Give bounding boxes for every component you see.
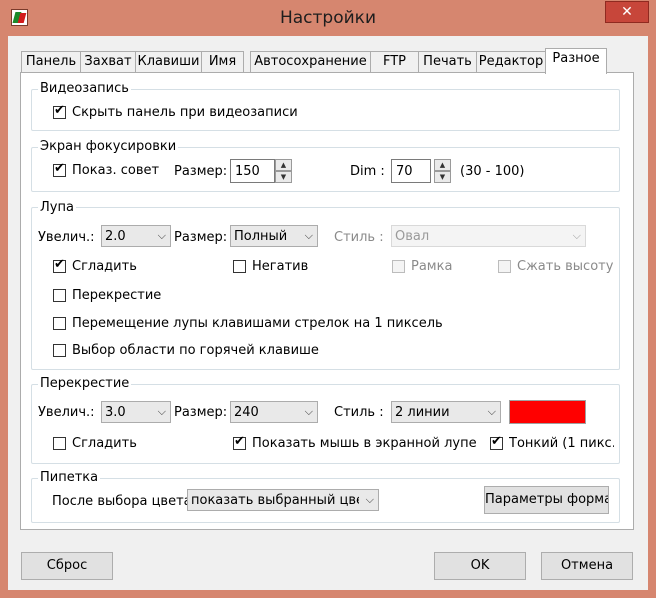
chevron-down-icon: ⌵ [365, 493, 374, 506]
stepper-down-icon[interactable]: ▼ [275, 171, 292, 183]
video-group-title: Видеозапись [38, 81, 131, 96]
arrow-move-checkbox[interactable] [53, 317, 66, 330]
dim-range-label: (30 - 100) [460, 164, 525, 179]
cross-smooth-label: Сгладить [72, 436, 137, 451]
cancel-button[interactable]: Отмена [541, 552, 633, 580]
dim-field[interactable]: 70 [391, 159, 431, 183]
crosshair-group [31, 384, 620, 464]
crosshair-color-swatch[interactable] [509, 400, 586, 424]
format-params-button[interactable]: Параметры формата [484, 486, 609, 514]
hotkey-select-checkbox[interactable] [53, 344, 66, 357]
stepper-up-icon[interactable]: ▲ [434, 159, 451, 171]
stepper-down-icon[interactable]: ▼ [434, 171, 451, 183]
show-tip-checkbox[interactable] [53, 162, 66, 177]
after-pick-select[interactable]: показать выбранный цвет ⌵ [187, 489, 379, 511]
cross-size-label: Размер: [174, 405, 228, 420]
chevron-down-icon: ⌵ [487, 405, 496, 418]
chevron-down-icon: ⌵ [572, 229, 581, 242]
stepper-up-icon[interactable]: ▲ [275, 159, 292, 171]
tab-name[interactable]: Имя [201, 51, 244, 73]
compress-height-label: Сжать высоту [517, 259, 614, 274]
compress-height-checkbox[interactable] [498, 260, 511, 273]
close-button[interactable]: ✕ [605, 1, 649, 23]
negative-label: Негатив [252, 259, 309, 274]
magnifier-group-title: Лупа [38, 200, 76, 215]
tab-panel[interactable]: Панель [21, 51, 81, 73]
tab-editor[interactable]: Редактор [476, 51, 546, 73]
hide-panel-label: Скрыть панель при видеозаписи [72, 105, 298, 120]
settings-window: Настройки ✕ Панель Захват Клавиши Имя Ав… [0, 0, 656, 598]
focus-size-field[interactable]: 150 [230, 159, 275, 183]
after-pick-label: После выбора цвета: [52, 494, 196, 509]
window-title: Настройки [279, 8, 376, 28]
focus-size-stepper[interactable]: ▲ ▼ [275, 159, 292, 183]
cross-smooth-checkbox[interactable] [53, 437, 66, 450]
chevron-down-icon: ⌵ [304, 405, 313, 418]
cross-zoom-label: Увелич.: [38, 405, 95, 420]
thin-label: Тонкий (1 пикс.) [509, 436, 614, 451]
show-tip-label: Показ. совет [72, 163, 160, 178]
pipette-group-title: Пипетка [38, 470, 101, 485]
tab-capture[interactable]: Захват [80, 51, 136, 73]
frame-label: Рамка [411, 259, 453, 274]
arrow-move-label: Перемещение лупы клавишами стрелок на 1 … [72, 316, 443, 331]
tab-misc[interactable]: Разное [545, 48, 607, 74]
cross-style-select[interactable]: 2 линии ⌵ [391, 401, 501, 423]
chevron-down-icon: ⌵ [157, 405, 166, 418]
mag-crosshair-label: Перекрестие [72, 288, 162, 303]
show-mouse-checkbox[interactable] [233, 435, 246, 450]
tab-print[interactable]: Печать [418, 51, 477, 73]
reset-button[interactable]: Сброс [21, 552, 113, 580]
focus-group-title: Экран фокусировки [38, 139, 179, 154]
hotkey-select-label: Выбор области по горячей клавише [72, 343, 319, 358]
thin-checkbox[interactable] [490, 435, 503, 450]
focus-size-label: Размер: [174, 164, 228, 179]
crosshair-group-title: Перекрестие [38, 376, 132, 391]
title-bar: Настройки ✕ [0, 0, 656, 36]
mag-zoom-label: Увелич.: [38, 230, 95, 245]
tab-autosave[interactable]: Автосохранение [250, 51, 371, 73]
mag-style-select[interactable]: Овал ⌵ [391, 225, 586, 247]
show-mouse-label: Показать мышь в экранной лупе [252, 436, 477, 451]
hide-panel-checkbox[interactable] [53, 104, 66, 119]
cross-style-label: Стиль : [334, 405, 384, 420]
dim-label: Dim : [350, 164, 385, 179]
tab-ftp[interactable]: FTP [370, 51, 419, 73]
mag-zoom-select[interactable]: 2.0 ⌵ [101, 225, 171, 247]
cross-size-select[interactable]: 240 ⌵ [230, 401, 318, 423]
ok-button[interactable]: OK [434, 552, 526, 580]
mag-size-label: Размер: [174, 230, 228, 245]
mag-smooth-label: Сгладить [72, 259, 137, 274]
mag-size-select[interactable]: Полный ⌵ [230, 225, 318, 247]
mag-smooth-checkbox[interactable] [53, 258, 66, 273]
frame-checkbox[interactable] [392, 260, 405, 273]
mag-style-label: Стиль : [334, 230, 384, 245]
negative-checkbox[interactable] [233, 260, 246, 273]
chevron-down-icon: ⌵ [157, 229, 166, 242]
dim-stepper[interactable]: ▲ ▼ [434, 159, 451, 183]
tab-hotkeys[interactable]: Клавиши [135, 51, 202, 73]
chevron-down-icon: ⌵ [304, 229, 313, 242]
mag-crosshair-checkbox[interactable] [53, 289, 66, 302]
cross-zoom-select[interactable]: 3.0 ⌵ [101, 401, 171, 423]
